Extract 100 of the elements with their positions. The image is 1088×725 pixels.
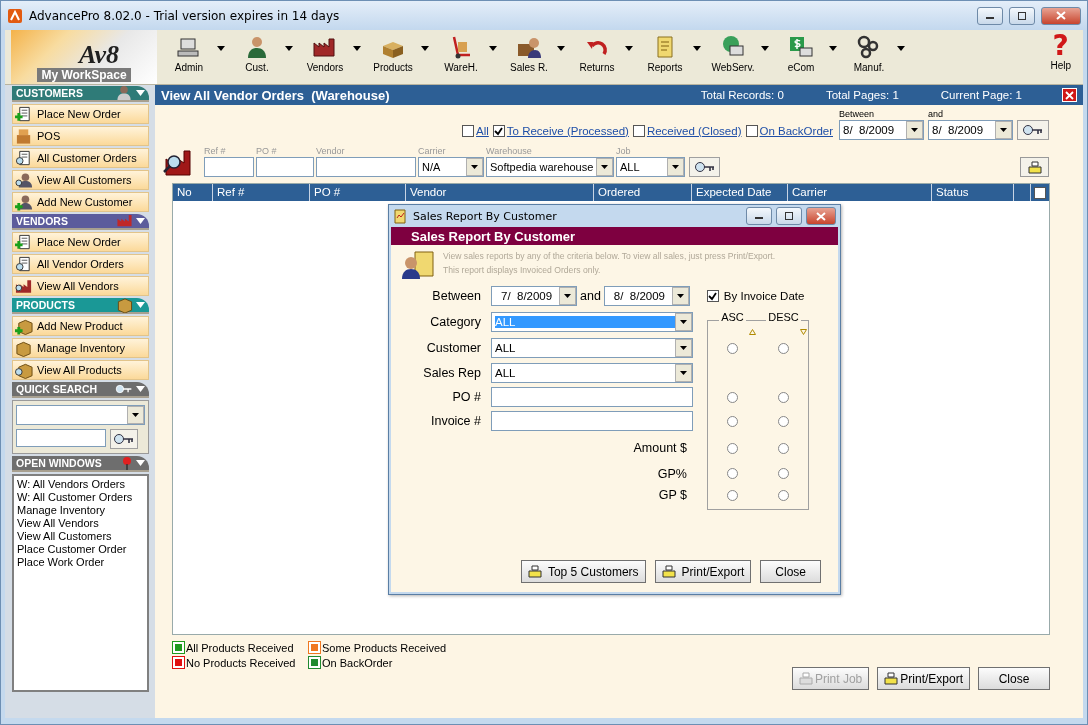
- criteria-dropdown[interactable]: ALL: [491, 363, 693, 383]
- sidebar-item[interactable]: Manage Inventory: [12, 338, 149, 358]
- filter-dropdown[interactable]: Softpedia warehouse: [486, 157, 614, 177]
- sidebar-item[interactable]: Add New Customer: [12, 192, 149, 212]
- toolbar-button[interactable]: Sales R.: [501, 30, 557, 73]
- date-dropdown[interactable]: 8/ 8/2009: [603, 286, 690, 306]
- toolbar-button[interactable]: Products: [365, 30, 421, 73]
- toolbar-button[interactable]: eCom: [773, 30, 829, 73]
- by-invoice-date-checkbox[interactable]: By Invoice Date: [706, 290, 805, 302]
- workspace-logo[interactable]: Av8 My WorkSpace: [11, 30, 157, 84]
- action-button[interactable]: Print/Export: [877, 667, 970, 690]
- sort-radio[interactable]: [778, 442, 789, 454]
- caret-icon[interactable]: [693, 46, 701, 51]
- checkbox[interactable]: [462, 125, 475, 137]
- column-header[interactable]: Carrier: [788, 184, 932, 201]
- column-header[interactable]: Vendor: [406, 184, 594, 201]
- section-header[interactable]: CUSTOMERS: [12, 86, 149, 102]
- sort-radio[interactable]: [778, 489, 789, 501]
- section-header[interactable]: OPEN WINDOWS: [12, 456, 149, 472]
- column-header[interactable]: No: [173, 184, 213, 201]
- search-button[interactable]: [689, 157, 720, 177]
- caret-icon[interactable]: [285, 46, 293, 51]
- toolbar-button[interactable]: Reports: [637, 30, 693, 73]
- caret-icon[interactable]: [557, 46, 565, 51]
- filter-field[interactable]: [204, 157, 254, 177]
- toolbar-button[interactable]: Vendors: [297, 30, 353, 73]
- caret-icon[interactable]: [897, 46, 905, 51]
- sort-radio[interactable]: [727, 489, 738, 501]
- criteria-field[interactable]: [491, 387, 693, 407]
- sort-radio[interactable]: [778, 415, 789, 427]
- date-dropdown[interactable]: 8/ 8/2009: [928, 120, 1013, 140]
- toolbar-button[interactable]: Manuf.: [841, 30, 897, 73]
- sidebar-item[interactable]: Place New Order: [12, 232, 149, 252]
- sidebar-item[interactable]: View All Customers: [12, 170, 149, 190]
- sort-radio[interactable]: [727, 391, 738, 403]
- checkbox[interactable]: [632, 125, 645, 137]
- maximize-button[interactable]: [1009, 6, 1035, 25]
- column-header[interactable]: Ordered: [594, 184, 692, 201]
- toolbar-button[interactable]: WareH.: [433, 30, 489, 73]
- search-button[interactable]: [1017, 120, 1049, 140]
- minimize-button[interactable]: [977, 6, 1003, 25]
- sort-radio[interactable]: [778, 468, 789, 479]
- filter-link[interactable]: All: [476, 125, 489, 137]
- caret-icon[interactable]: [353, 46, 361, 51]
- date-dropdown[interactable]: 7/ 8/2009: [491, 286, 577, 306]
- dialog-button[interactable]: Top 5 Customers: [520, 560, 646, 583]
- sort-radio[interactable]: [727, 442, 738, 454]
- minimize-button[interactable]: [746, 207, 772, 225]
- toolbar-button[interactable]: Admin: [161, 30, 217, 73]
- sort-radio[interactable]: [778, 391, 789, 403]
- section-header[interactable]: PRODUCTS: [12, 298, 149, 314]
- filter-dropdown[interactable]: ALL: [616, 157, 685, 177]
- open-window-item[interactable]: W: All Vendors Orders: [17, 478, 144, 491]
- open-window-item[interactable]: Manage Inventory: [17, 504, 144, 517]
- close-button[interactable]: [1041, 6, 1081, 25]
- open-window-item[interactable]: W: All Customer Orders: [17, 491, 144, 504]
- caret-icon[interactable]: [489, 46, 497, 51]
- column-header[interactable]: Status: [932, 184, 1014, 201]
- filter-dropdown[interactable]: N/A: [418, 157, 484, 177]
- sidebar-item[interactable]: POS: [12, 126, 149, 146]
- filter-link[interactable]: On BackOrder: [759, 125, 833, 137]
- filter-link[interactable]: To Receive (Processed): [506, 125, 629, 137]
- sidebar-item[interactable]: All Customer Orders: [12, 148, 149, 168]
- sidebar-item[interactable]: Place New Order: [12, 104, 149, 124]
- caret-icon[interactable]: [217, 46, 225, 51]
- sort-radio[interactable]: [727, 415, 738, 427]
- date-dropdown[interactable]: 8/ 8/2009: [839, 120, 924, 140]
- action-button[interactable]: Close: [978, 667, 1050, 690]
- caret-icon[interactable]: [625, 46, 633, 51]
- checkbox[interactable]: [745, 125, 758, 137]
- criteria-field[interactable]: [491, 411, 693, 431]
- column-header[interactable]: Ref #: [213, 184, 310, 201]
- criteria-dropdown[interactable]: ALL: [491, 338, 693, 358]
- close-button[interactable]: [806, 207, 836, 225]
- search-button[interactable]: [110, 429, 138, 449]
- select-all-checkbox[interactable]: [1034, 186, 1046, 199]
- toolbar-button[interactable]: Returns: [569, 30, 625, 73]
- open-window-item[interactable]: Place Customer Order: [17, 543, 144, 556]
- open-window-item[interactable]: Place Work Order: [17, 556, 144, 569]
- sidebar-item[interactable]: View All Products: [12, 360, 149, 380]
- sort-radio[interactable]: [778, 342, 789, 354]
- checkbox[interactable]: [492, 125, 505, 137]
- filter-field[interactable]: [256, 157, 314, 177]
- sidebar-item[interactable]: All Vendor Orders: [12, 254, 149, 274]
- sort-radio[interactable]: [727, 468, 738, 479]
- column-header[interactable]: PO #: [310, 184, 406, 201]
- filter-field[interactable]: [316, 157, 416, 177]
- sort-radio[interactable]: [727, 342, 738, 354]
- sidebar-item[interactable]: View All Vendors: [12, 276, 149, 296]
- section-header[interactable]: QUICK SEARCH: [12, 382, 149, 398]
- open-window-item[interactable]: View All Vendors: [17, 517, 144, 530]
- print-button[interactable]: [1020, 157, 1049, 177]
- toolbar-button[interactable]: Cust.: [229, 30, 285, 73]
- caret-icon[interactable]: [829, 46, 837, 51]
- search-field[interactable]: [16, 429, 106, 447]
- dialog-button[interactable]: Print/Export: [654, 560, 752, 583]
- caret-icon[interactable]: [421, 46, 429, 51]
- open-window-item[interactable]: View All Customers: [17, 530, 144, 543]
- section-header[interactable]: VENDORS: [12, 214, 149, 230]
- toolbar-button[interactable]: WebServ.: [705, 30, 761, 73]
